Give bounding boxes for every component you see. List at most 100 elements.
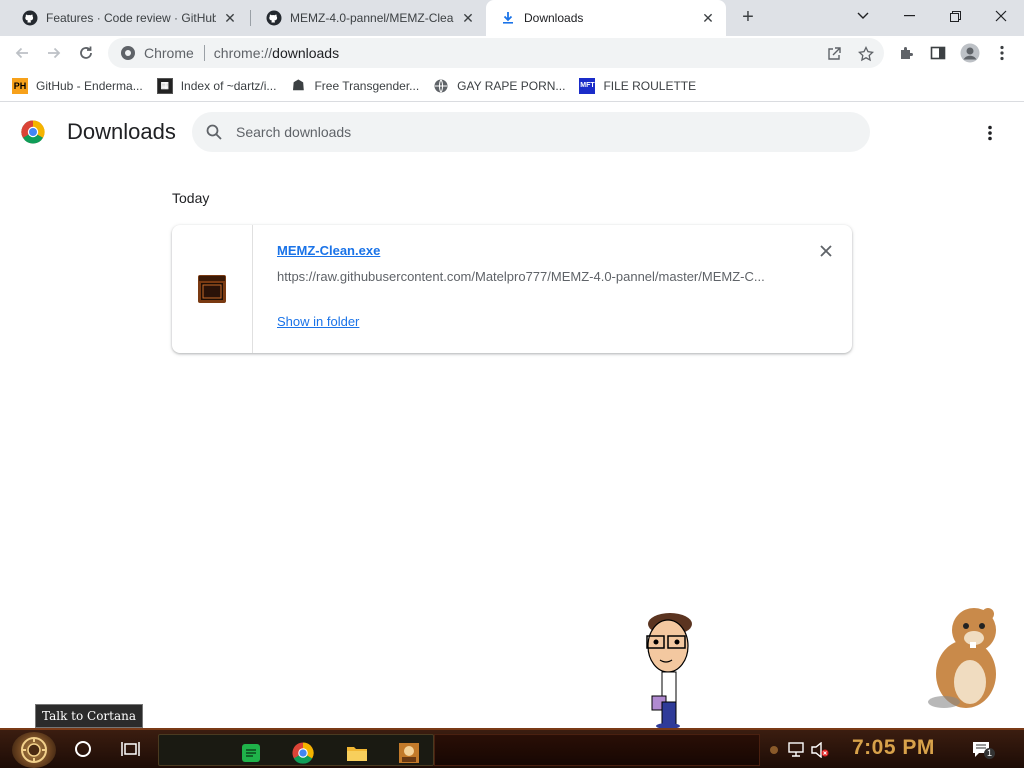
mft-icon: MFT [579,77,596,94]
notification-count-badge: 1 [984,748,995,759]
folder-grid-icon: ▦ [156,77,173,94]
restore-icon [949,10,961,22]
avatar-icon [960,43,980,63]
search-downloads-bar[interactable] [192,112,870,152]
close-tab-icon[interactable]: ✕ [460,10,476,26]
bookmark-index-dartz[interactable]: ▦ Index of ~dartz/i... [156,77,277,94]
pinned-apps-area [158,734,434,766]
bookmark-free-transgender[interactable]: ☗ Free Transgender... [290,77,419,94]
chevron-up-icon [770,746,778,754]
tab-title: Downloads [524,11,584,25]
taskbar-decoration [434,734,760,766]
site-info-chip[interactable]: Chrome [120,45,194,61]
reload-icon [80,46,92,59]
bookmark-label: GitHub - Enderma... [36,78,143,93]
chevron-down-icon [857,12,869,19]
action-center-button[interactable]: 1 [972,740,995,760]
minimize-button[interactable] [886,0,932,32]
file-explorer-icon[interactable] [345,741,369,765]
bookmark-github-enderman[interactable]: PH GitHub - Enderma... [12,77,143,94]
bookmark-label: GAY RAPE PORN... [457,78,566,93]
star-icon [858,46,874,62]
site-label: Chrome [144,45,194,61]
mask-icon: ☗ [292,77,305,93]
github-icon [22,10,38,26]
share-icon [828,47,841,60]
download-item-card: MEMZ-Clean.exe https://raw.githubusercon… [172,225,852,353]
tab-search-button[interactable] [840,0,886,32]
downloads-more-actions-button[interactable] [978,121,1002,145]
cartoon-man-sprite [646,613,692,728]
kebab-menu-icon [1000,45,1004,61]
arrow-left-icon [15,47,28,59]
start-button[interactable] [12,732,56,768]
show-hidden-icons-button[interactable] [764,740,784,760]
url-scheme: chrome:// [213,45,273,61]
cortana-circle-icon [75,741,91,757]
task-view-icon [121,742,140,756]
forward-button[interactable] [40,39,68,67]
show-in-folder-link[interactable]: Show in folder [277,314,359,329]
bookmark-star-button[interactable] [856,44,876,64]
bookmark-label: FILE ROULETTE [603,78,697,93]
chrome-icon [121,46,135,60]
file-icon-cell [172,225,253,353]
globe-icon [433,78,449,94]
extensions-button[interactable] [894,41,918,65]
exe-file-icon [198,275,226,303]
address-bar[interactable]: Chrome chrome://downloads [108,38,884,68]
omnibox-divider [203,45,205,61]
bookmark-file-roulette[interactable]: MFT FILE ROULETTE [579,77,697,94]
screen: Features · Code review · GitHub ✕ MEMZ-4… [0,0,1024,768]
volume-muted-icon[interactable] [810,740,830,760]
share-button[interactable] [824,44,844,64]
search-downloads-input[interactable] [236,124,836,140]
restore-button[interactable] [932,0,978,32]
close-window-button[interactable] [978,0,1024,32]
profile-button[interactable] [958,41,982,65]
puzzle-icon [901,47,913,59]
chrome-menu-button[interactable] [990,41,1014,65]
search-icon [204,122,224,142]
remove-from-list-button[interactable] [816,241,836,261]
tab-features-code-review[interactable]: Features · Code review · GitHub ✕ [8,0,248,36]
bookmark-label: Index of ~dartz/i... [180,78,277,93]
game-icon[interactable] [397,741,421,765]
close-icon [995,10,1007,22]
minimize-icon [903,15,915,17]
close-tab-icon[interactable]: ✕ [700,10,716,26]
kebab-menu-icon [988,125,992,141]
ph-icon: PH [12,77,28,94]
close-tab-icon[interactable]: ✕ [222,10,238,26]
side-panel-button[interactable] [926,41,950,65]
network-icon[interactable] [786,740,806,760]
tab-title: Features · Code review · GitHub [46,11,216,25]
cortana-tooltip: Talk to Cortana [35,704,144,728]
browser-toolbar: Chrome chrome://downloads [0,36,1024,70]
arrow-right-icon [48,47,61,59]
taskbar: 7:05 PM 1 [0,728,1024,768]
task-view-button[interactable] [118,736,144,762]
download-source-url: https://raw.githubusercontent.com/Matelp… [277,269,765,284]
close-icon [820,245,832,257]
cortana-button[interactable] [70,736,96,762]
new-tab-button[interactable]: + [736,6,760,30]
download-filename-link[interactable]: MEMZ-Clean.exe [277,243,380,258]
taskbar-clock[interactable]: 7:05 PM [852,736,935,760]
tab-title: MEMZ-4.0-pannel/MEMZ-Clean [290,11,454,25]
chrome-logo-icon [21,120,45,144]
tab-memz-repo[interactable]: MEMZ-4.0-pannel/MEMZ-Clean ✕ [252,0,486,36]
reload-button[interactable] [72,39,100,67]
tab-separator [250,10,251,26]
bookmark-globe-site[interactable]: GAY RAPE PORN... [433,78,565,94]
github-icon [266,10,282,26]
side-panel-icon [930,46,946,60]
date-group-heading: Today [172,190,210,206]
back-button[interactable] [8,39,36,67]
chrome-icon[interactable] [291,741,315,765]
tab-strip: Features · Code review · GitHub ✕ MEMZ-4… [0,0,1024,36]
sticky-notes-icon[interactable] [239,741,263,765]
tab-downloads[interactable]: Downloads ✕ [486,0,726,36]
steampunk-start-icon [21,737,47,763]
dancing-hamster-sprite [928,608,996,708]
